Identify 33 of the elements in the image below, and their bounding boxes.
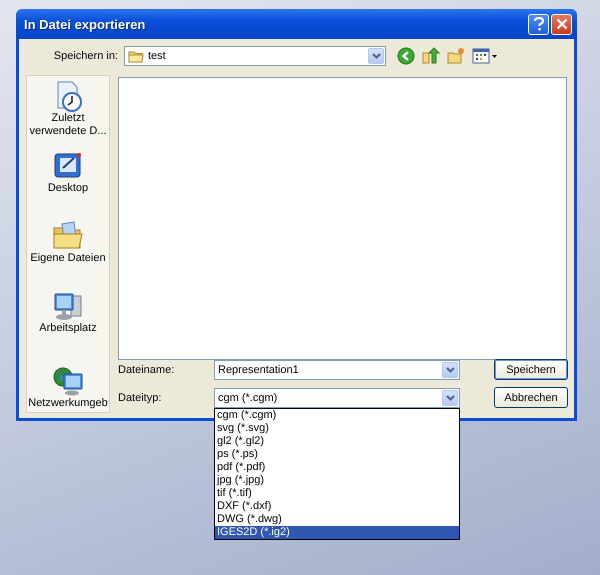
places-item[interactable]: Eigene Dateien: [26, 220, 110, 290]
folder-icon: [128, 50, 144, 62]
filetype-option[interactable]: tif (*.tif): [215, 486, 459, 500]
back-icon[interactable]: [397, 47, 415, 65]
save-in-dropdown[interactable]: test: [124, 46, 386, 66]
new-folder-icon[interactable]: [447, 47, 465, 65]
save-button[interactable]: Speichern: [494, 359, 568, 380]
filetype-option[interactable]: cgm (*.cgm): [215, 408, 459, 422]
filetype-option[interactable]: svg (*.svg): [215, 422, 459, 434]
filetype-option[interactable]: ps (*.ps): [215, 448, 459, 460]
filename-label: Dateiname:: [118, 364, 176, 376]
filename-field[interactable]: Representation1: [214, 360, 460, 380]
cancel-button[interactable]: Abbrechen: [494, 387, 568, 408]
save-in-label: Speichern in:: [52, 50, 118, 62]
places-item[interactable]: Arbeitsplatz: [26, 290, 110, 360]
globe-computer-icon: [52, 365, 84, 397]
window-title: In Datei exportieren: [24, 16, 146, 32]
help-icon: [532, 17, 544, 31]
filetype-option[interactable]: IGES2D (*.ig2): [215, 526, 459, 538]
view-menu-icon[interactable]: [472, 47, 498, 65]
places-item[interactable]: Netzwerkumgeb: [26, 365, 110, 412]
folder-up-icon[interactable]: [422, 47, 440, 65]
places-item[interactable]: Zuletzt verwendete D...: [26, 80, 110, 150]
filetype-option[interactable]: pdf (*.pdf): [215, 460, 459, 474]
filetype-option[interactable]: gl2 (*.gl2): [215, 434, 459, 448]
filetype-option[interactable]: DWG (*.dwg): [215, 512, 459, 526]
close-button[interactable]: [551, 14, 572, 34]
places-item[interactable]: Desktop: [26, 150, 110, 220]
filetype-option[interactable]: jpg (*.jpg): [215, 474, 459, 486]
close-icon: [556, 18, 568, 30]
filetype-option[interactable]: DXF (*.dxf): [215, 500, 459, 512]
help-button[interactable]: [528, 14, 549, 34]
filetype-label: Dateityp:: [118, 392, 162, 404]
